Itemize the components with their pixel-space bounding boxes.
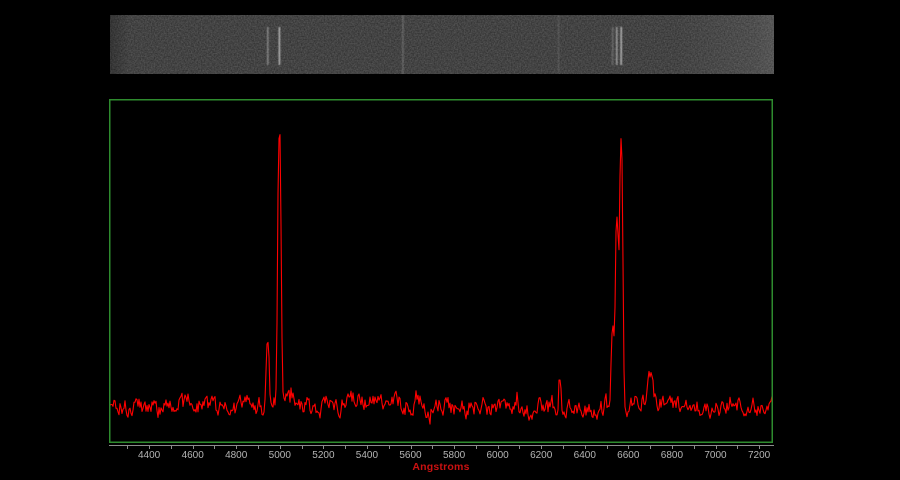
x-axis-tick	[367, 446, 368, 449]
x-axis-tick-label: 5800	[443, 450, 465, 461]
x-axis-tick-label: 6200	[530, 450, 552, 461]
x-axis-tick-label: 4600	[182, 450, 204, 461]
x-axis-tick	[149, 446, 150, 449]
x-axis-tick	[650, 446, 651, 449]
x-axis-tick	[672, 446, 673, 449]
x-axis-tick	[585, 446, 586, 449]
spectrum-profile-plot	[109, 99, 773, 443]
x-axis-tick	[280, 446, 281, 449]
x-axis-tick	[302, 446, 303, 449]
x-axis-tick	[345, 446, 346, 449]
x-axis-tick	[694, 446, 695, 449]
x-axis-tick	[432, 446, 433, 449]
x-axis-tick	[519, 446, 520, 449]
x-axis-tick	[171, 446, 172, 449]
spectrum-trace	[109, 135, 772, 424]
x-axis-tick	[737, 446, 738, 449]
x-axis-tick	[127, 446, 128, 449]
plot-frame-border	[110, 100, 773, 443]
x-axis-tick	[193, 446, 194, 449]
x-axis-tick-label: 7200	[748, 450, 770, 461]
x-axis-title: Angstroms	[412, 461, 469, 473]
x-axis-tick-label: 5200	[312, 450, 334, 461]
x-axis-tick	[214, 446, 215, 449]
x-axis-tick	[759, 446, 760, 449]
strip-vignette	[110, 15, 774, 74]
x-axis-tick	[498, 446, 499, 449]
x-axis-tick-label: 5600	[399, 450, 421, 461]
x-axis-tick	[541, 446, 542, 449]
spectrum-app-screen: 4400 4600 4800 5000 5200 5400 5600 5800 6000 6200…	[0, 0, 900, 480]
x-axis-tick-label: 7000	[704, 450, 726, 461]
x-axis-tick	[323, 446, 324, 449]
x-axis-tick	[563, 446, 564, 449]
x-axis-line	[109, 445, 774, 446]
x-axis-tick-label: 4400	[138, 450, 160, 461]
spectrum-2d-strip-panel	[110, 15, 774, 74]
x-axis-tick	[476, 446, 477, 449]
x-axis-tick-label: 6800	[661, 450, 683, 461]
x-axis-tick	[716, 446, 717, 449]
x-axis-tick-label: 4800	[225, 450, 247, 461]
x-axis-tick-label: 6000	[486, 450, 508, 461]
spectrum-2d-image	[110, 15, 774, 74]
x-axis-tick	[236, 446, 237, 449]
spectrum-profile-panel	[109, 99, 773, 443]
x-axis-tick	[628, 446, 629, 449]
x-axis-tick-label: 5400	[356, 450, 378, 461]
x-axis-tick	[389, 446, 390, 449]
x-axis-tick	[454, 446, 455, 449]
x-axis-tick	[258, 446, 259, 449]
x-axis-tick	[607, 446, 608, 449]
x-axis-tick-label: 6400	[574, 450, 596, 461]
x-axis-tick-label: 6600	[617, 450, 639, 461]
x-axis-tick-label: 5000	[269, 450, 291, 461]
x-axis-tick	[411, 446, 412, 449]
